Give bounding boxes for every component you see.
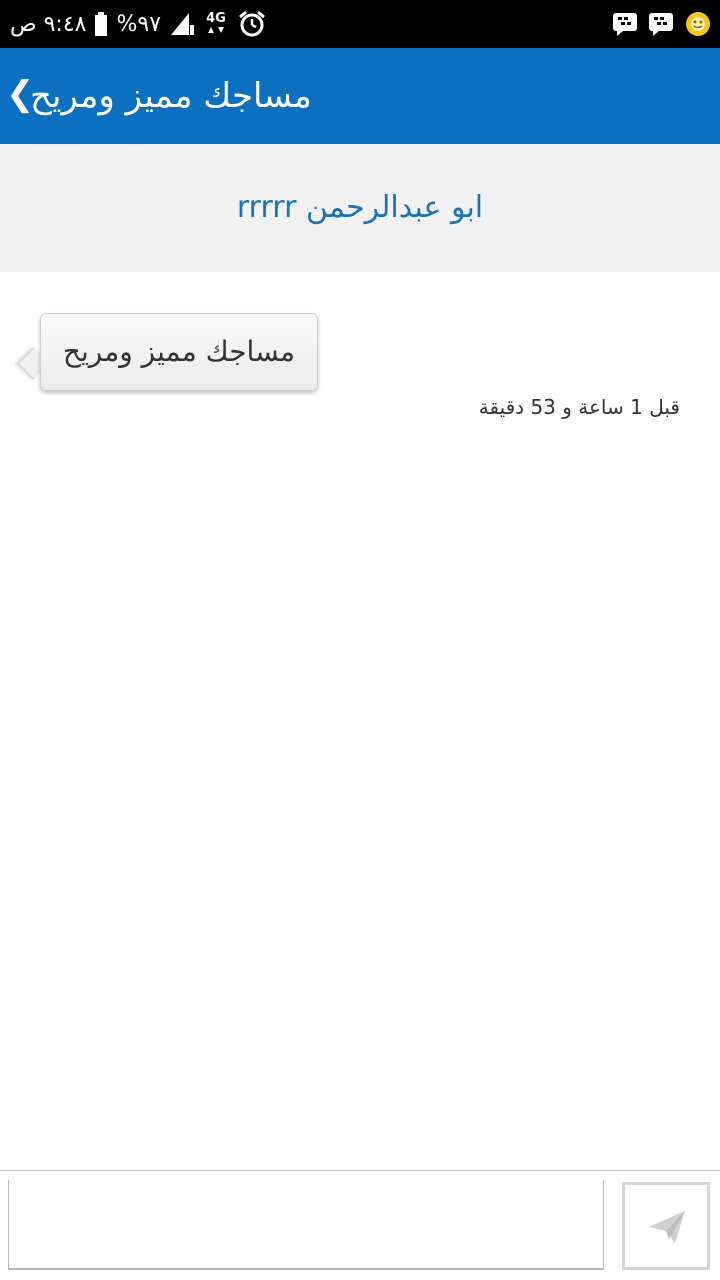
status-bar-left: ٩:٤٨ ص %٩٧ 4G (10, 0, 267, 48)
status-battery-percent: %٩٧ (116, 11, 162, 37)
page-title: مساجك مميز ومريح (30, 76, 312, 116)
network-4g-icon: 4G (206, 11, 226, 33)
compose-divider (0, 1170, 720, 1171)
paper-plane-icon (649, 1211, 685, 1243)
message-input[interactable] (8, 1180, 604, 1270)
message-bubble[interactable]: مساجك مميز ومريح (40, 313, 318, 391)
author-band: ابو عبدالرحمن rrrrr (0, 144, 720, 272)
send-button[interactable] (622, 1182, 710, 1270)
status-time: ٩:٤٨ ص (10, 11, 87, 37)
bbm-message-icon (649, 13, 673, 36)
message-text: مساجك مميز ومريح (62, 335, 296, 368)
message-timestamp: قبل 1 ساعة و 53 دقيقة (478, 395, 680, 419)
status-bar: ٩:٤٨ ص %٩٧ 4G (0, 0, 720, 48)
svg-text:4G: 4G (206, 11, 226, 26)
chat-emoji-icon (686, 12, 710, 36)
alarm-clock-icon (239, 10, 265, 37)
author-name[interactable]: ابو عبدالرحمن rrrrr (0, 144, 720, 272)
status-bar-right (612, 0, 712, 48)
bbm-notification-icon (613, 13, 637, 36)
back-chevron-icon[interactable]: ❮ (6, 74, 35, 114)
app-bar: ❮ مساجك مميز ومريح (0, 48, 720, 144)
signal-icon (171, 13, 195, 35)
battery-icon (95, 12, 108, 36)
